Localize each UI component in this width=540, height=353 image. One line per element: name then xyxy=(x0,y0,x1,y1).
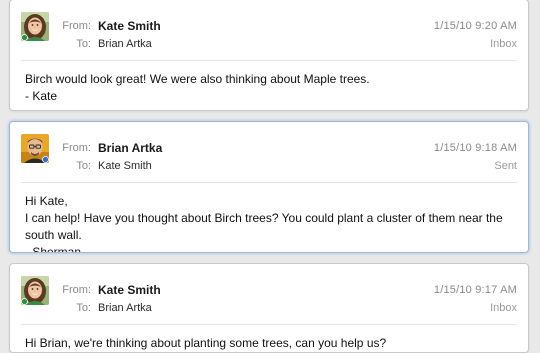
from-label: From: xyxy=(62,284,91,296)
mailbox-label: Sent xyxy=(494,160,517,172)
to-label: To: xyxy=(76,160,91,172)
message-header: From: Kate Smith To: Brian Artka 1/15/10… xyxy=(10,264,528,314)
from-label: From: xyxy=(62,142,91,154)
body-line: Birch would look great! We were also thi… xyxy=(25,72,370,86)
message-date: 1/15/10 9:18 AM xyxy=(433,142,517,154)
recipient-name[interactable]: Brian Artka xyxy=(98,302,152,314)
mailbox-label: Inbox xyxy=(490,38,517,50)
sender-name[interactable]: Kate Smith xyxy=(98,19,161,33)
message-body: Birch would look great! We were also thi… xyxy=(25,71,514,105)
body-line: Hi Kate, xyxy=(25,194,68,208)
from-label: From: xyxy=(62,20,91,32)
body-line: Hi Brian, we're thinking about planting … xyxy=(25,336,387,350)
message-card-selected[interactable]: From: Brian Artka To: Kate Smith 1/15/10… xyxy=(9,121,529,253)
sender-name[interactable]: Brian Artka xyxy=(98,141,162,155)
message-body: Hi Kate, I can help! Have you thought ab… xyxy=(25,193,514,253)
header-divider xyxy=(21,324,517,325)
sender-name[interactable]: Kate Smith xyxy=(98,283,161,297)
message-header: From: Brian Artka To: Kate Smith 1/15/10… xyxy=(10,122,528,172)
recipient-name[interactable]: Kate Smith xyxy=(98,160,152,172)
body-line: I can help! Have you thought about Birch… xyxy=(25,211,503,242)
body-line: - Sherman xyxy=(25,245,82,253)
recipient-name[interactable]: Brian Artka xyxy=(98,38,152,50)
message-thread: From: Kate Smith To: Brian Artka 1/15/10… xyxy=(0,0,540,353)
header-divider xyxy=(21,182,517,183)
message-date: 1/15/10 9:20 AM xyxy=(433,20,517,32)
message-body: Hi Brian, we're thinking about planting … xyxy=(25,335,514,352)
message-date: 1/15/10 9:17 AM xyxy=(433,284,517,296)
header-divider xyxy=(21,60,517,61)
message-card[interactable]: From: Kate Smith To: Brian Artka 1/15/10… xyxy=(9,0,529,111)
kate-avatar xyxy=(21,276,49,305)
mailbox-label: Inbox xyxy=(490,302,517,314)
to-label: To: xyxy=(76,302,91,314)
kate-avatar xyxy=(21,12,49,41)
message-header: From: Kate Smith To: Brian Artka 1/15/10… xyxy=(10,0,528,50)
brian-avatar xyxy=(21,134,49,163)
to-label: To: xyxy=(76,38,91,50)
body-line: - Kate xyxy=(25,89,58,103)
